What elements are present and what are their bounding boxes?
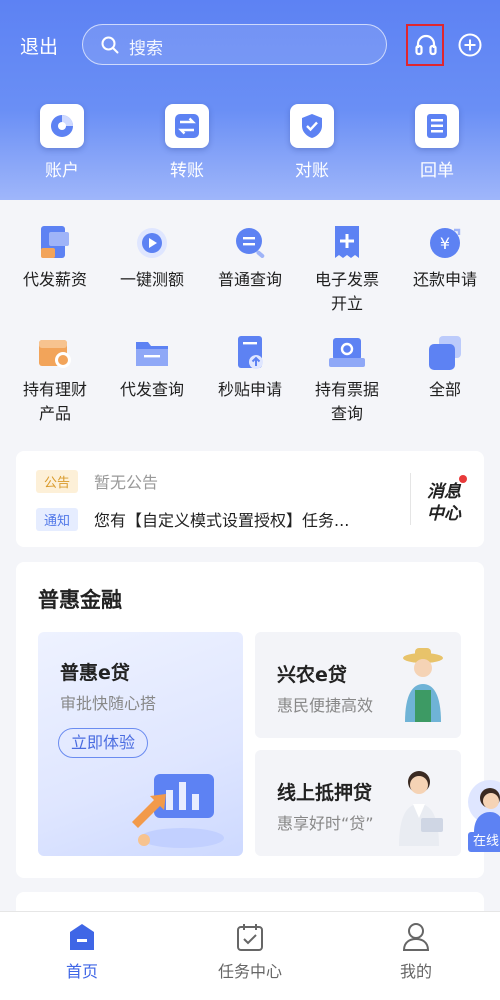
- customer-service-button[interactable]: [406, 24, 444, 66]
- bottom-tab-bar: 首页 任务中心 我的: [0, 911, 500, 1000]
- service-discount-apply[interactable]: 秒贴申请: [202, 334, 298, 402]
- online-service-label: 在线: [468, 832, 500, 852]
- card-subtitle: 惠享好时“贷”: [277, 814, 374, 833]
- announcement-row[interactable]: 公告 暂无公告: [36, 469, 158, 493]
- notification-row[interactable]: 通知 您有【自定义模式设置授权】任务...: [36, 507, 349, 531]
- hero-item-reconcile[interactable]: 对账: [282, 104, 342, 181]
- try-now-button[interactable]: 立即体验: [58, 728, 149, 758]
- tab-task-center[interactable]: 任务中心: [190, 920, 310, 982]
- tab-label: 我的: [399, 962, 432, 981]
- service-quota-test[interactable]: 一键测额: [104, 224, 200, 292]
- discount-apply-icon: [230, 334, 270, 372]
- service-label: 全部: [428, 380, 461, 399]
- farming-loan-card[interactable]: 兴农e贷 惠民便捷高效: [255, 632, 461, 738]
- wealth-product-icon: [35, 334, 75, 372]
- payroll-icon: [35, 224, 75, 262]
- inclusive-finance-section: 普惠金融 普惠e贷 审批快随心搭 立即体验 兴农e贷 惠民便捷高效 线上抵押贷 …: [16, 562, 484, 878]
- service-label: 代发薪资: [22, 270, 87, 289]
- tab-home[interactable]: 首页: [22, 920, 142, 982]
- top-bar: 退出 搜索: [0, 24, 500, 66]
- finance-illustration: [132, 774, 224, 848]
- receipt-icon: [427, 114, 447, 138]
- payroll-query-icon: [132, 334, 172, 372]
- service-all[interactable]: 全部: [397, 334, 493, 402]
- search-placeholder: 搜索: [129, 39, 163, 59]
- service-label-line1: 持有理财: [22, 380, 87, 399]
- service-wealth-product[interactable]: 持有理财 产品: [7, 334, 103, 426]
- home-icon: [70, 924, 94, 950]
- card-subtitle: 审批快随心搭: [60, 694, 157, 713]
- service-label-line1: 电子发票: [314, 270, 379, 289]
- service-label: 代发查询: [119, 380, 184, 399]
- service-payroll[interactable]: 代发薪资: [7, 224, 103, 292]
- search-input[interactable]: 搜索: [82, 24, 387, 65]
- unread-dot: [459, 475, 467, 483]
- announcement-text: 暂无公告: [94, 473, 159, 492]
- query-icon: [230, 224, 270, 262]
- quota-test-icon: [132, 224, 172, 262]
- service-label-line2: 产品: [38, 404, 71, 423]
- all-apps-icon: [425, 334, 465, 372]
- service-label: 一键测额: [119, 270, 184, 289]
- card-title: 兴农e贷: [277, 664, 347, 686]
- headset-icon: [415, 34, 437, 56]
- hero-label: 账户: [45, 161, 79, 181]
- tab-mine[interactable]: 我的: [356, 920, 476, 982]
- section-title: 普惠金融: [38, 588, 122, 612]
- hero-item-account[interactable]: 账户: [32, 104, 92, 181]
- hero-label: 转账: [170, 161, 204, 181]
- hero-item-transfer[interactable]: 转账: [157, 104, 217, 181]
- service-agent-icon: [468, 780, 500, 832]
- plus-circle-icon[interactable]: [458, 33, 482, 57]
- online-service-float[interactable]: 在线: [464, 776, 500, 856]
- account-pie-icon: [51, 115, 73, 137]
- task-calendar-icon: [237, 924, 263, 951]
- announcement-tag: 公告: [36, 469, 79, 493]
- logout-button[interactable]: 退出: [20, 32, 58, 59]
- user-icon: [402, 923, 430, 951]
- notify-tag: 通知: [36, 507, 79, 531]
- hero-item-receipt[interactable]: 回单: [407, 104, 467, 181]
- service-repayment[interactable]: ¥ 还款申请: [397, 224, 493, 292]
- repayment-icon: ¥: [425, 224, 465, 262]
- service-label-line2: 开立: [330, 294, 363, 313]
- advisor-avatar-icon: [399, 771, 443, 846]
- transfer-arrows-icon: [175, 114, 199, 138]
- service-payroll-query[interactable]: 代发查询: [104, 334, 200, 402]
- card-title: 线上抵押贷: [277, 782, 373, 804]
- search-icon: [101, 36, 119, 54]
- message-center-button[interactable]: 消息 中心: [410, 473, 470, 525]
- mortgage-loan-card[interactable]: 线上抵押贷 惠享好时“贷”: [255, 750, 461, 856]
- service-e-invoice[interactable]: 电子发票 开立: [299, 224, 395, 316]
- service-label: 普通查询: [217, 270, 282, 289]
- featured-loan-card[interactable]: 普惠e贷 审批快随心搭 立即体验: [38, 632, 243, 856]
- message-center-label-2: 中心: [427, 504, 461, 524]
- service-label: 还款申请: [412, 270, 477, 289]
- card-subtitle: 惠民便捷高效: [277, 696, 374, 715]
- notify-text: 您有【自定义模式设置授权】任务...: [94, 511, 350, 530]
- hero-label: 回单: [420, 161, 454, 181]
- hero-label: 对账: [295, 161, 329, 181]
- service-label-line1: 持有票据: [314, 380, 379, 399]
- service-query[interactable]: 普通查询: [202, 224, 298, 292]
- card-title: 普惠e贷: [60, 662, 130, 684]
- tab-label: 任务中心: [217, 962, 282, 981]
- notice-panel: 公告 暂无公告 通知 您有【自定义模式设置授权】任务... 消息 中心: [16, 451, 484, 547]
- bill-query-icon: [327, 334, 367, 372]
- service-bill-query[interactable]: 持有票据 查询: [299, 334, 395, 426]
- service-label: 秒贴申请: [217, 380, 282, 399]
- svg-text:¥: ¥: [440, 234, 450, 253]
- tab-label: 首页: [65, 962, 98, 981]
- farmer-avatar-icon: [403, 648, 443, 722]
- reconcile-shield-icon: [302, 114, 322, 138]
- service-label-line2: 查询: [330, 404, 363, 423]
- e-invoice-icon: [327, 224, 367, 262]
